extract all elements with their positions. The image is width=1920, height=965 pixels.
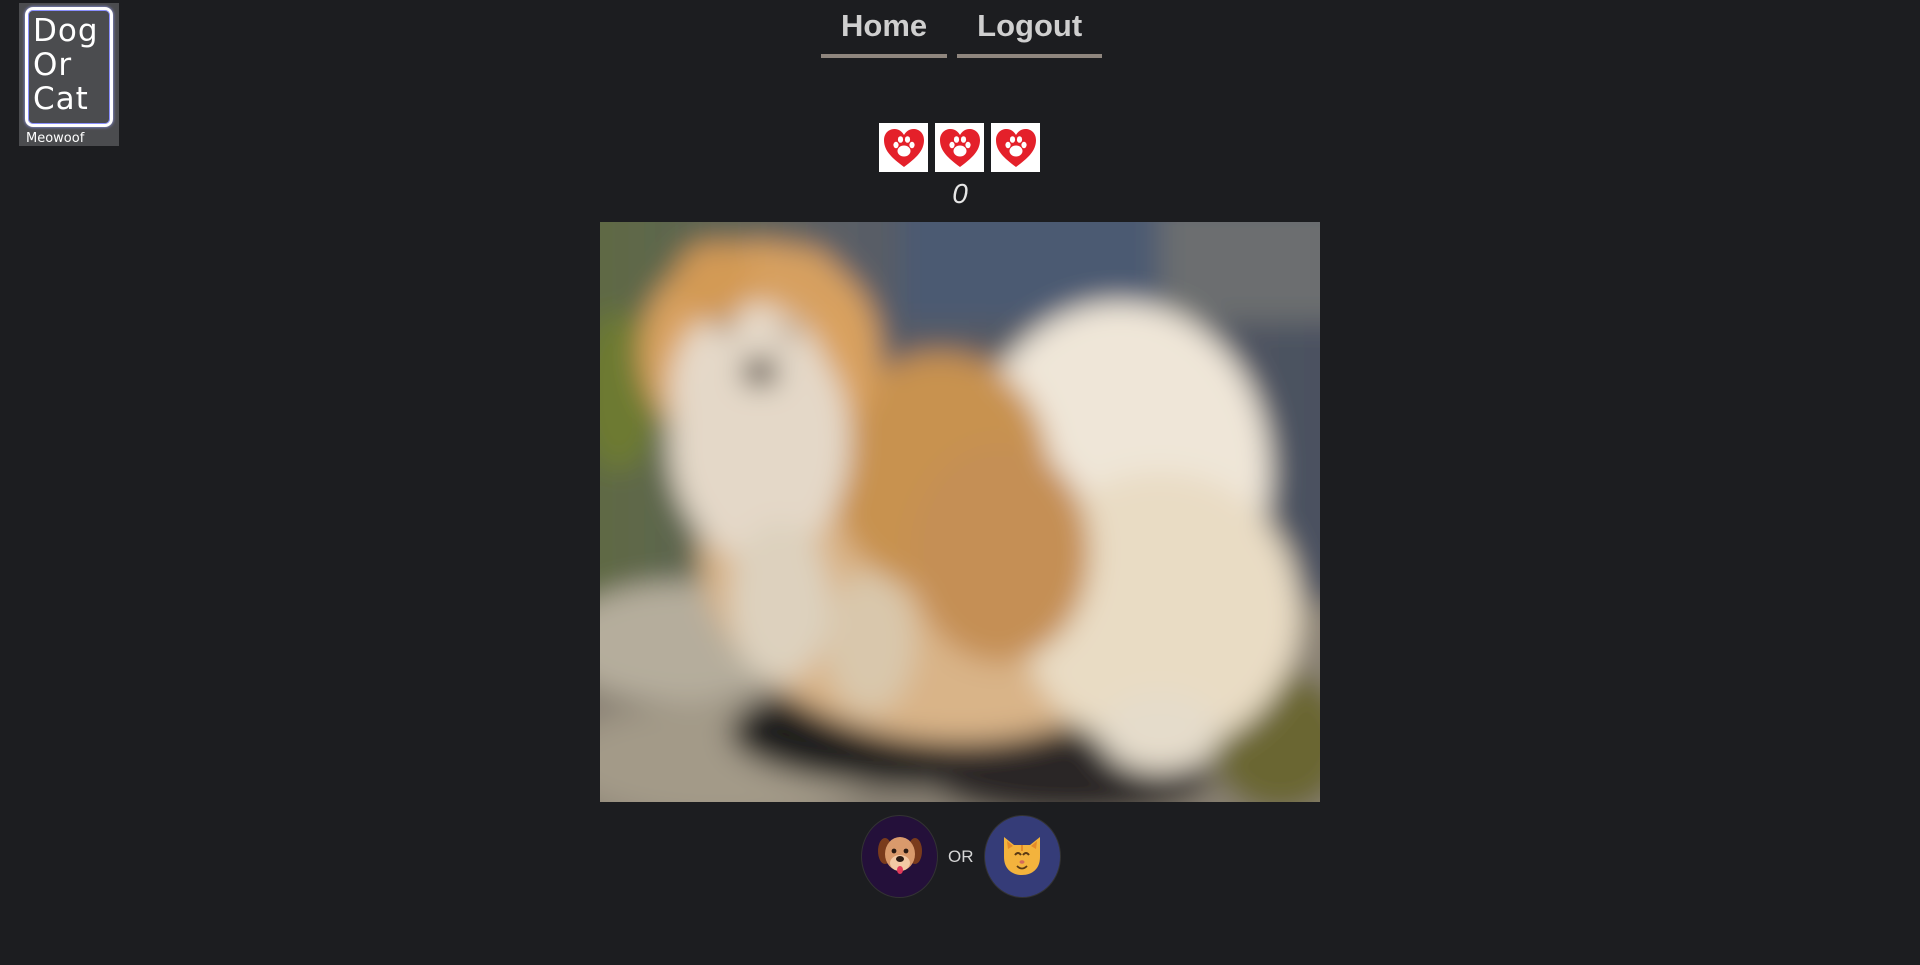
paw-heart-icon xyxy=(935,123,984,172)
score-display: 0 xyxy=(0,178,1920,210)
logo-line-2: Or xyxy=(33,47,73,83)
cat-face-icon xyxy=(997,829,1047,884)
lives-row xyxy=(879,123,1040,172)
paw-heart-icon xyxy=(879,123,928,172)
logo-tagline: Meowoof xyxy=(26,131,85,146)
nav-logout-link[interactable]: Logout xyxy=(957,6,1103,58)
app-logo[interactable]: Dog Or Cat Meowoof xyxy=(19,3,119,146)
logo-frame: Dog Or Cat xyxy=(25,7,113,127)
logo-line-1: Dog xyxy=(33,13,99,49)
top-nav: Home Logout xyxy=(821,6,1103,58)
dog-answer-button[interactable] xyxy=(861,815,938,898)
answer-choice: OR xyxy=(861,815,1061,898)
blurred-dog-photo xyxy=(600,222,1320,802)
paw-heart-icon xyxy=(991,123,1040,172)
dog-face-icon xyxy=(875,829,925,884)
logo-line-3: Cat xyxy=(33,81,89,117)
cat-answer-button[interactable] xyxy=(983,815,1061,898)
or-label: OR xyxy=(948,846,974,866)
score-value: 0 xyxy=(952,178,968,209)
nav-home-link[interactable]: Home xyxy=(821,6,948,58)
